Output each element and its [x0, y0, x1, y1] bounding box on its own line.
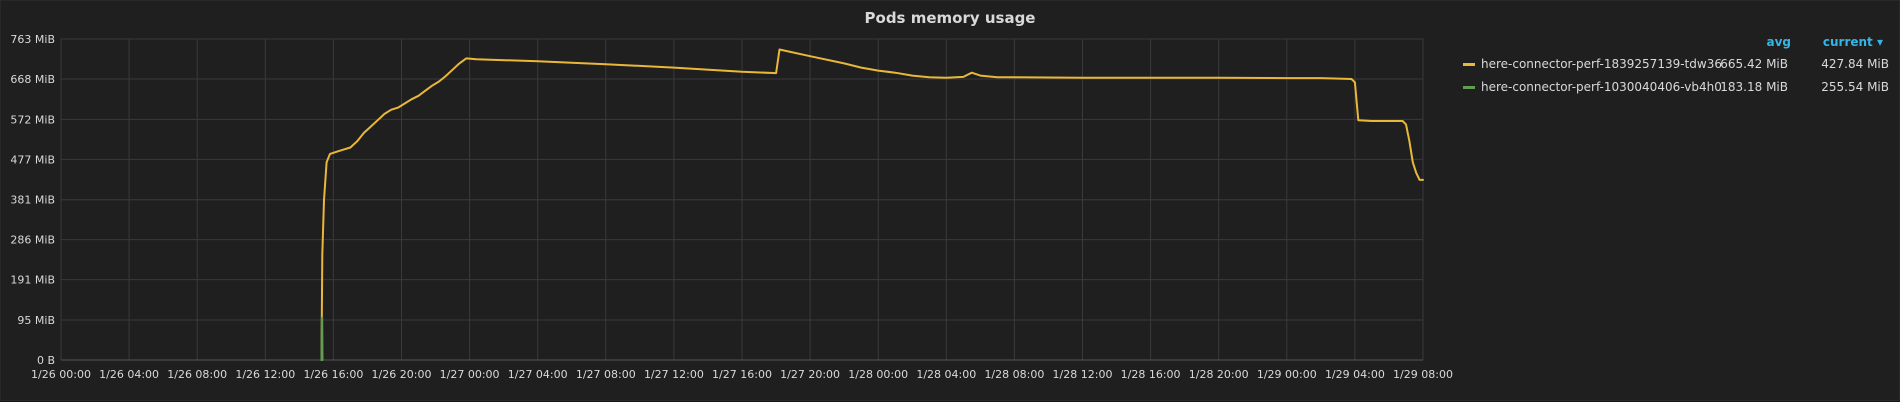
- y-tick-label: 572 MiB: [10, 113, 55, 126]
- x-tick-label: 1/28 00:00: [848, 368, 908, 381]
- x-tick-label: 1/28 16:00: [1121, 368, 1181, 381]
- legend-series-name[interactable]: here-connector-perf-1030040406-vb4h0: [1481, 80, 1722, 94]
- x-tick-label: 1/27 08:00: [576, 368, 636, 381]
- x-tick-label: 1/27 12:00: [644, 368, 704, 381]
- legend: avg current ▾ here-connector-perf-183925…: [1451, 35, 1891, 101]
- x-tick-label: 1/27 20:00: [780, 368, 840, 381]
- x-tick-label: 1/29 04:00: [1325, 368, 1385, 381]
- series-line[interactable]: [320, 48, 1424, 361]
- series-lines: [320, 48, 1424, 361]
- legend-avg-value: 183.18 MiB: [1720, 80, 1788, 94]
- series-line[interactable]: [320, 316, 324, 361]
- y-tick-label: 668 MiB: [10, 73, 55, 86]
- graph-panel: Pods memory usage 763 MiB 668 MiB 572 MiB 4…: [0, 0, 1900, 401]
- legend-item[interactable]: here-connector-perf-1030040406-vb4h0 183…: [1451, 78, 1891, 98]
- x-tick-label: 1/29 00:00: [1257, 368, 1317, 381]
- x-tick-label: 1/28 04:00: [916, 368, 976, 381]
- x-tick-label: 1/28 08:00: [984, 368, 1044, 381]
- x-tick-label: 1/26 08:00: [167, 368, 227, 381]
- y-tick-label: 381 MiB: [10, 194, 55, 207]
- legend-series-name[interactable]: here-connector-perf-1839257139-tdw36: [1481, 57, 1722, 71]
- y-tick-label: 0 B: [37, 354, 55, 367]
- x-tick-label: 1/26 12:00: [235, 368, 295, 381]
- legend-swatch[interactable]: [1463, 63, 1475, 66]
- legend-current-header[interactable]: current ▾: [1823, 35, 1883, 49]
- legend-avg-value: 665.42 MiB: [1720, 57, 1788, 71]
- y-tick-label: 95 MiB: [17, 314, 55, 327]
- x-tick-label: 1/29 08:00: [1393, 368, 1453, 381]
- x-tick-label: 1/26 16:00: [303, 368, 363, 381]
- grid: [60, 38, 1424, 361]
- x-tick-label: 1/27 04:00: [508, 368, 568, 381]
- x-tick-label: 1/26 00:00: [31, 368, 91, 381]
- legend-header: avg current ▾: [1451, 35, 1891, 55]
- x-axis: 1/26 00:00 1/26 04:00 1/26 08:00 1/26 12:00…: [31, 368, 1453, 381]
- x-tick-label: 1/28 20:00: [1189, 368, 1249, 381]
- x-tick-label: 1/26 20:00: [372, 368, 432, 381]
- x-tick-label: 1/27 00:00: [440, 368, 500, 381]
- legend-avg-header[interactable]: avg: [1766, 35, 1791, 49]
- legend-current-value: 427.84 MiB: [1821, 57, 1889, 71]
- y-axis: 763 MiB 668 MiB 572 MiB 477 MiB 381 MiB 286 M…: [10, 33, 55, 367]
- y-tick-label: 477 MiB: [10, 153, 55, 166]
- x-tick-label: 1/26 04:00: [99, 368, 159, 381]
- x-tick-label: 1/27 16:00: [712, 368, 772, 381]
- legend-swatch[interactable]: [1463, 86, 1475, 89]
- y-tick-label: 763 MiB: [10, 33, 55, 46]
- y-tick-label: 286 MiB: [10, 234, 55, 247]
- legend-item[interactable]: here-connector-perf-1839257139-tdw36 665…: [1451, 55, 1891, 75]
- y-tick-label: 191 MiB: [10, 274, 55, 287]
- x-tick-label: 1/28 12:00: [1053, 368, 1113, 381]
- legend-current-value: 255.54 MiB: [1821, 80, 1889, 94]
